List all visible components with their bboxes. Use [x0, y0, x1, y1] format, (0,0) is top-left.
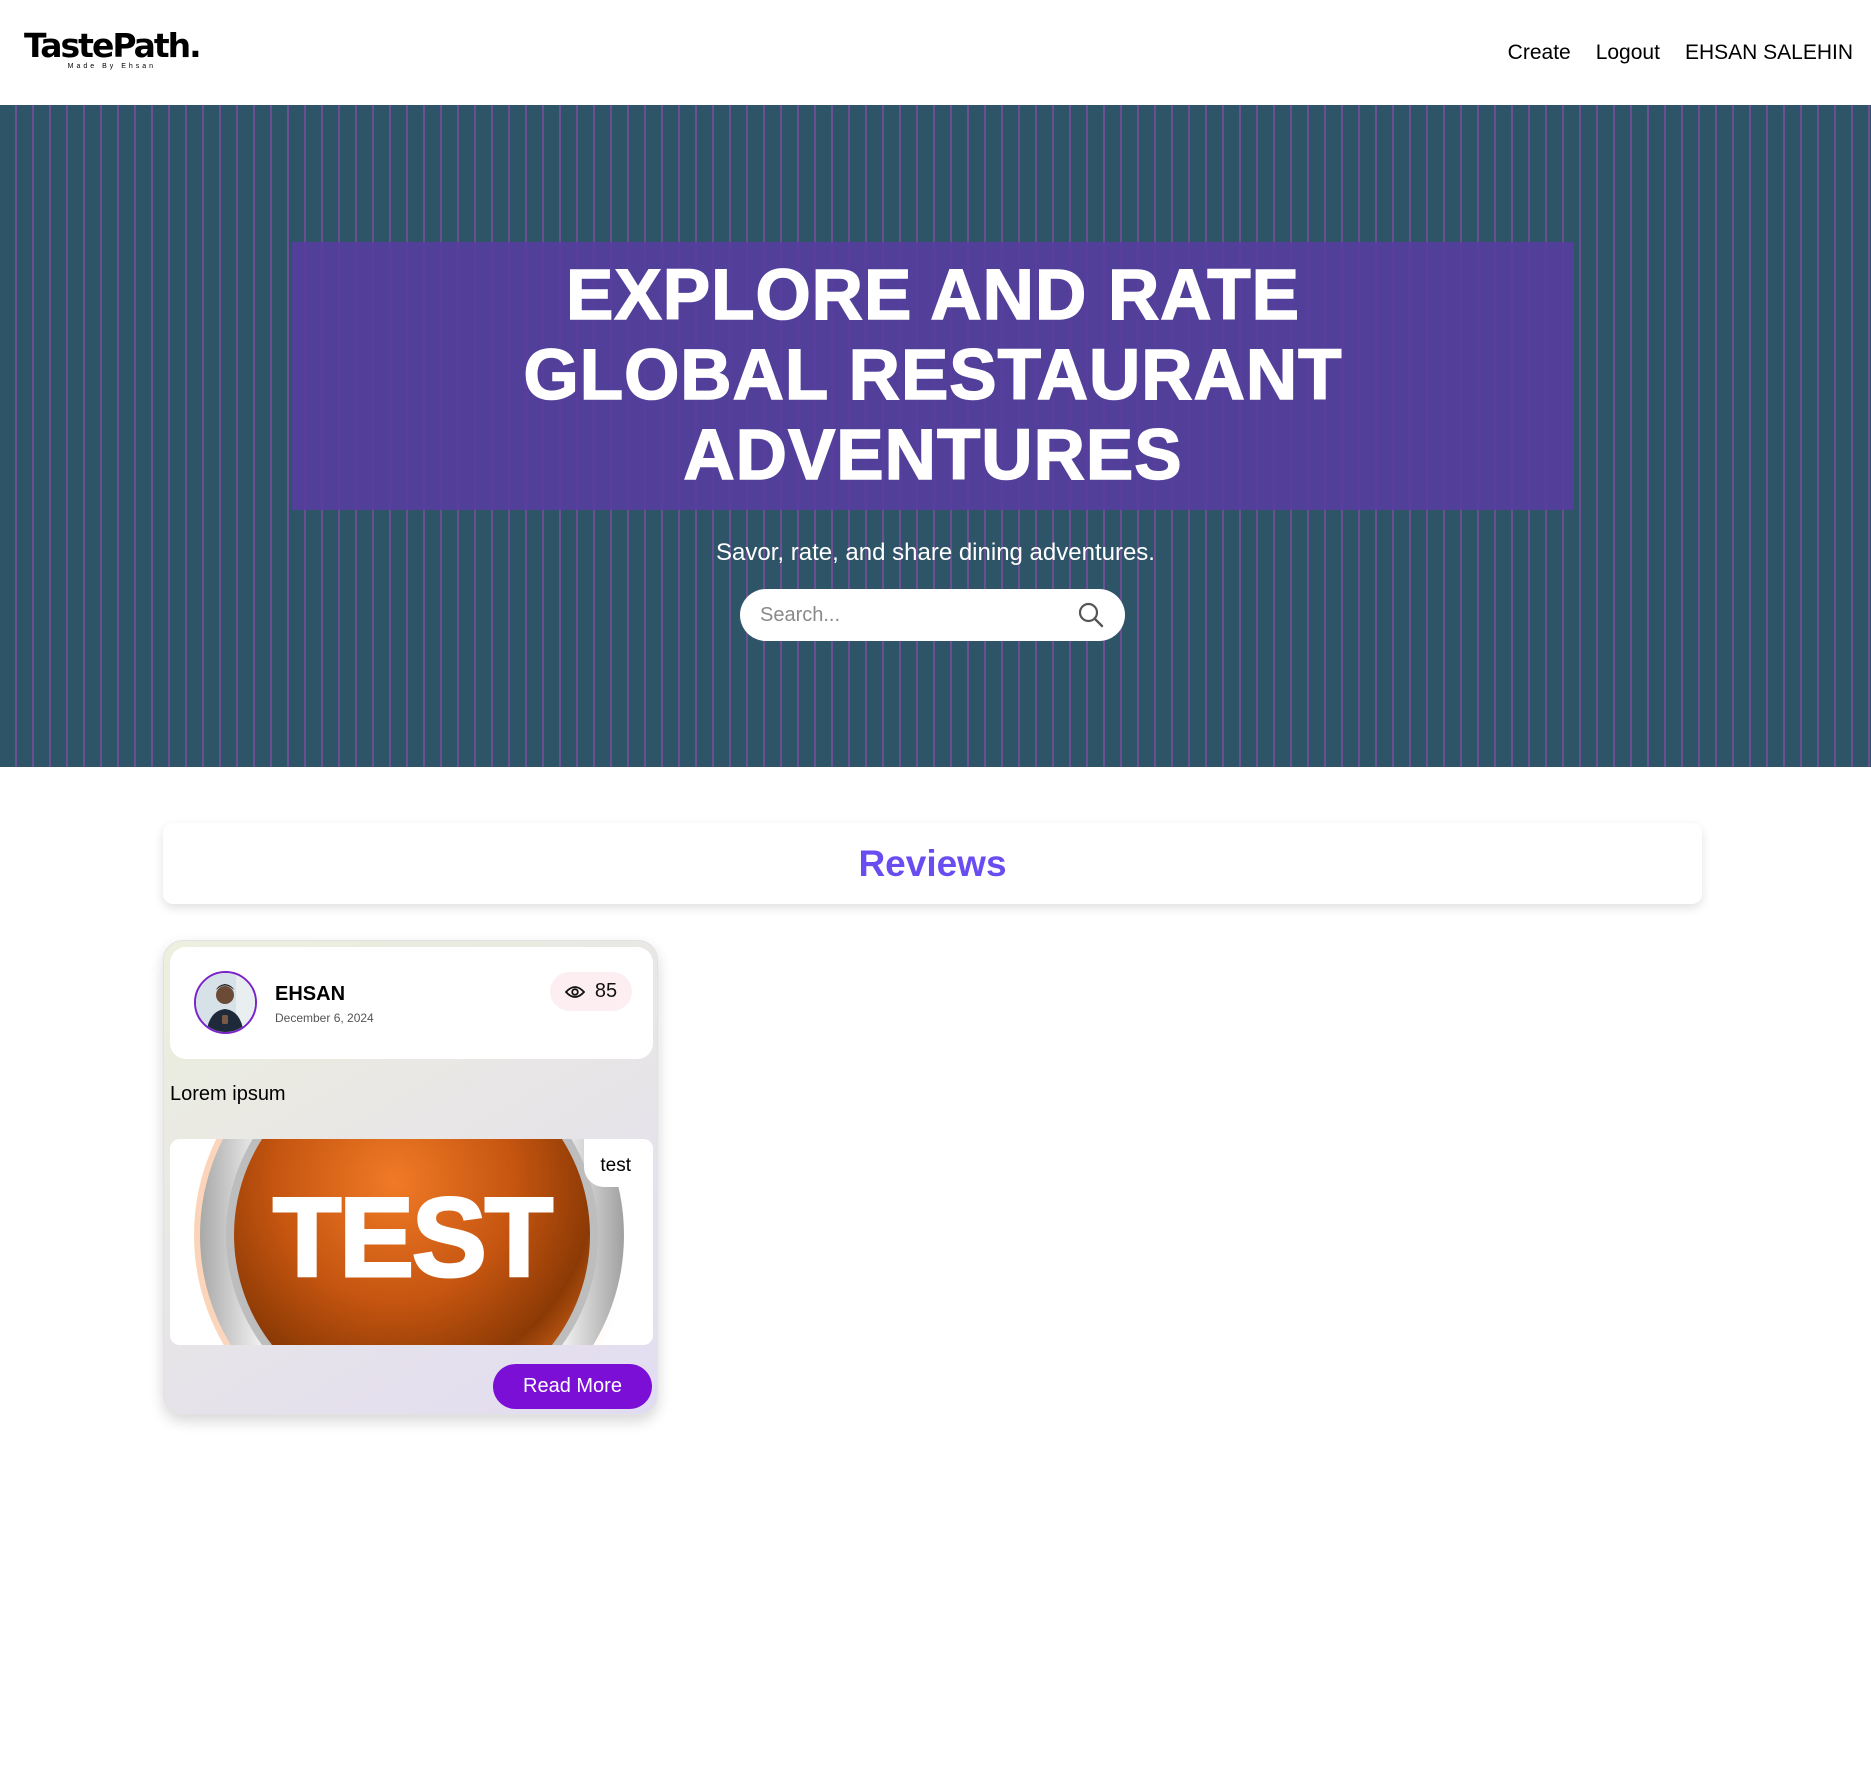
hero-section: EXPLORE AND RATE GLOBAL RESTAURANT ADVEN… — [0, 105, 1871, 767]
nav-logout-link[interactable]: Logout — [1596, 41, 1660, 65]
avatar[interactable] — [194, 971, 257, 1034]
post-date: December 6, 2024 — [275, 1011, 374, 1025]
search-bar — [740, 589, 1125, 641]
search-icon[interactable] — [1077, 601, 1105, 629]
review-image[interactable]: TEST test — [170, 1139, 653, 1345]
brand-logo[interactable]: TastePath. Made By Ehsan — [24, 26, 202, 70]
hero-title: EXPLORE AND RATE GLOBAL RESTAURANT ADVEN… — [523, 255, 1343, 496]
hero-subtitle: Savor, rate, and share dining adventures… — [716, 539, 1155, 566]
avatar-image — [196, 973, 255, 1032]
brand-name: TastePath. — [24, 26, 202, 65]
review-text: Lorem ipsum — [170, 1083, 286, 1105]
review-card: EHSAN December 6, 2024 85 Lorem ipsum TE… — [163, 940, 658, 1415]
search-input[interactable] — [760, 603, 1077, 627]
reviews-header: Reviews — [163, 823, 1702, 904]
tag-chip: test — [584, 1139, 653, 1187]
card-header: EHSAN December 6, 2024 85 — [170, 947, 653, 1059]
views-count: 85 — [594, 980, 618, 1002]
read-more-button[interactable]: Read More — [493, 1364, 652, 1409]
author-name[interactable]: EHSAN — [275, 983, 345, 1006]
navbar: TastePath. Made By Ehsan Create Logout E… — [0, 0, 1871, 105]
image-test-text: TEST — [273, 1175, 553, 1300]
nav-links: Create Logout EHSAN SALEHIN — [1508, 41, 1853, 65]
eye-icon — [564, 985, 585, 998]
test-badge-image: TEST — [170, 1139, 653, 1345]
nav-create-link[interactable]: Create — [1508, 41, 1571, 65]
brand-tagline: Made By Ehsan — [67, 63, 157, 70]
reviews-title: Reviews — [858, 842, 1007, 884]
nav-user-link[interactable]: EHSAN SALEHIN — [1685, 41, 1853, 65]
views-badge: 85 — [550, 972, 632, 1011]
hero-title-box: EXPLORE AND RATE GLOBAL RESTAURANT ADVEN… — [292, 242, 1574, 510]
